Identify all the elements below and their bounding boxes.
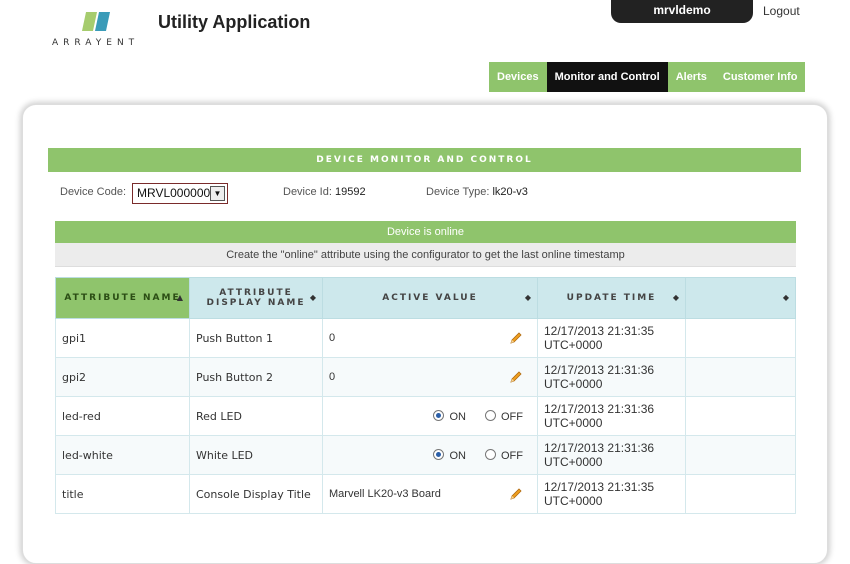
active-value-cell: ON OFF	[322, 435, 538, 475]
sort-asc-icon: ▲	[176, 293, 183, 302]
sort-icon: ◆	[524, 293, 531, 302]
attr-name: gpi2	[55, 357, 190, 397]
device-type: Device Type: lk20-v3	[426, 186, 528, 198]
online-attribute-note: Create the "online" attribute using the …	[55, 243, 796, 267]
dropdown-arrow-icon[interactable]: ▼	[210, 186, 225, 201]
edit-pencil-icon[interactable]	[509, 487, 523, 501]
col-attribute-display-name[interactable]: ATTRIBUTE DISPLAY NAME ◆	[189, 277, 323, 319]
attr-display-name: Push Button 2	[189, 357, 323, 397]
nav-devices[interactable]: Devices	[489, 62, 547, 92]
extra-cell	[685, 318, 796, 358]
active-value: Marvell LK20-v3 Board	[329, 488, 441, 500]
table-row: gpi2 Push Button 2 0 12/17/2013 21:31:36…	[55, 357, 796, 397]
sort-icon: ◆	[782, 293, 789, 302]
extra-cell	[685, 396, 796, 436]
device-type-value: lk20-v3	[492, 186, 528, 198]
user-menu-tab[interactable]: mrvldemo	[611, 0, 753, 23]
device-code-value: MRVL000000	[137, 186, 211, 200]
sort-icon: ◆	[672, 293, 679, 302]
edit-pencil-icon[interactable]	[509, 370, 523, 384]
sort-icon: ◆	[309, 293, 316, 302]
radio-on[interactable]	[433, 409, 445, 421]
col-extra[interactable]: ◆	[685, 277, 796, 319]
extra-cell	[685, 474, 796, 514]
update-time: 12/17/2013 21:31:36 UTC+0000	[537, 396, 686, 436]
app-title: Utility Application	[158, 12, 311, 32]
edit-pencil-icon[interactable]	[509, 331, 523, 345]
active-value-cell: Marvell LK20-v3 Board	[322, 474, 538, 514]
device-code-select[interactable]: MRVL000000 ▼	[132, 183, 228, 204]
update-time: 12/17/2013 21:31:35 UTC+0000	[537, 318, 686, 358]
attr-display-name: Console Display Title	[189, 474, 323, 514]
page-header: ARRAYENT Utility Application mrvldemo Lo…	[0, 0, 850, 100]
col-attribute-name[interactable]: ATTRIBUTE NAME ▲	[55, 277, 190, 319]
active-value: 0	[329, 332, 336, 344]
device-code-label: Device Code:	[60, 186, 127, 198]
attr-display-name: White LED	[189, 435, 323, 475]
nav-alerts[interactable]: Alerts	[667, 62, 715, 92]
active-value-cell: ON OFF	[322, 396, 538, 436]
attr-name: gpi1	[55, 318, 190, 358]
table-row: led-red Red LED ON OFF 12/17/2013 21:31:…	[55, 396, 796, 436]
update-time: 12/17/2013 21:31:36 UTC+0000	[537, 435, 686, 475]
active-value-cell: 0	[322, 318, 538, 358]
attr-name: title	[55, 474, 190, 514]
attr-display-name: Push Button 1	[189, 318, 323, 358]
table-row: gpi1 Push Button 1 0 12/17/2013 21:31:35…	[55, 318, 796, 358]
section-title: DEVICE MONITOR AND CONTROL	[48, 148, 801, 172]
col-update-time[interactable]: UPDATE TIME ◆	[537, 277, 686, 319]
on-off-toggle: ON OFF	[417, 409, 523, 423]
active-value-cell: 0	[322, 357, 538, 397]
extra-cell	[685, 435, 796, 475]
arrayent-logo: ARRAYENT	[52, 12, 144, 48]
nav-monitor-and-control[interactable]: Monitor and Control	[546, 62, 668, 92]
attribute-table: ATTRIBUTE NAME ▲ ATTRIBUTE DISPLAY NAME ◆ …	[55, 277, 796, 514]
device-id: Device Id: 19592	[283, 186, 366, 198]
active-value: 0	[329, 371, 336, 383]
device-online-status: Device is online	[55, 221, 796, 243]
update-time: 12/17/2013 21:31:35 UTC+0000	[537, 474, 686, 514]
table-row: title Console Display Title Marvell LK20…	[55, 474, 796, 514]
radio-on[interactable]	[433, 448, 445, 460]
on-off-toggle: ON OFF	[417, 448, 523, 462]
device-id-label: Device Id:	[283, 186, 332, 198]
update-time: 12/17/2013 21:31:36 UTC+0000	[537, 357, 686, 397]
attr-name: led-red	[55, 396, 190, 436]
logo-text: ARRAYENT	[52, 38, 140, 48]
nav-customer-info[interactable]: Customer Info	[714, 62, 806, 92]
main-nav: Devices Monitor and Control Alerts Custo…	[489, 62, 806, 92]
radio-off[interactable]	[485, 448, 496, 460]
table-row: led-white White LED ON OFF 12/17/2013 21…	[55, 435, 796, 475]
col-active-value[interactable]: ACTIVE VALUE ◆	[322, 277, 538, 319]
logout-link[interactable]: Logout	[763, 4, 800, 18]
attr-name: led-white	[55, 435, 190, 475]
extra-cell	[685, 357, 796, 397]
device-type-label: Device Type:	[426, 186, 490, 198]
device-id-value: 19592	[334, 186, 366, 198]
attr-display-name: Red LED	[189, 396, 323, 436]
radio-off[interactable]	[485, 409, 496, 421]
logo-mark-icon	[81, 12, 111, 32]
